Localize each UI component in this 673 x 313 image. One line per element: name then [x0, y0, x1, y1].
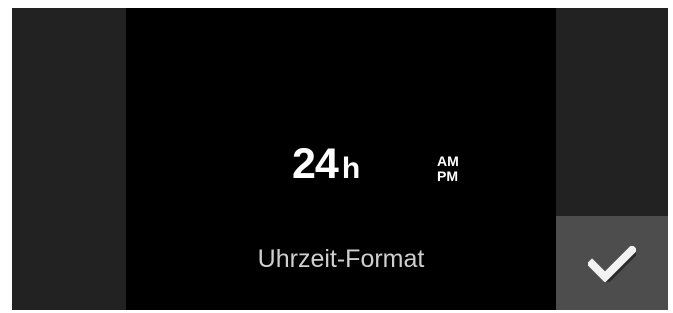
device-screen: 24 h AM PM Uhrzeit-Format: [12, 8, 668, 310]
screen-title: Uhrzeit-Format: [257, 245, 425, 273]
left-panel: [12, 8, 126, 310]
format-option-24h[interactable]: 24 h: [292, 140, 360, 189]
format-pm-label: PM: [437, 168, 458, 184]
format-24h-unit: h: [341, 152, 361, 185]
format-24h-number: 24: [292, 140, 339, 188]
right-panel: [556, 8, 668, 216]
format-am-label: AM: [437, 153, 459, 169]
format-option-ampm[interactable]: AM PM: [437, 154, 459, 184]
checkmark-icon: [588, 246, 636, 282]
confirm-button[interactable]: [556, 216, 668, 310]
